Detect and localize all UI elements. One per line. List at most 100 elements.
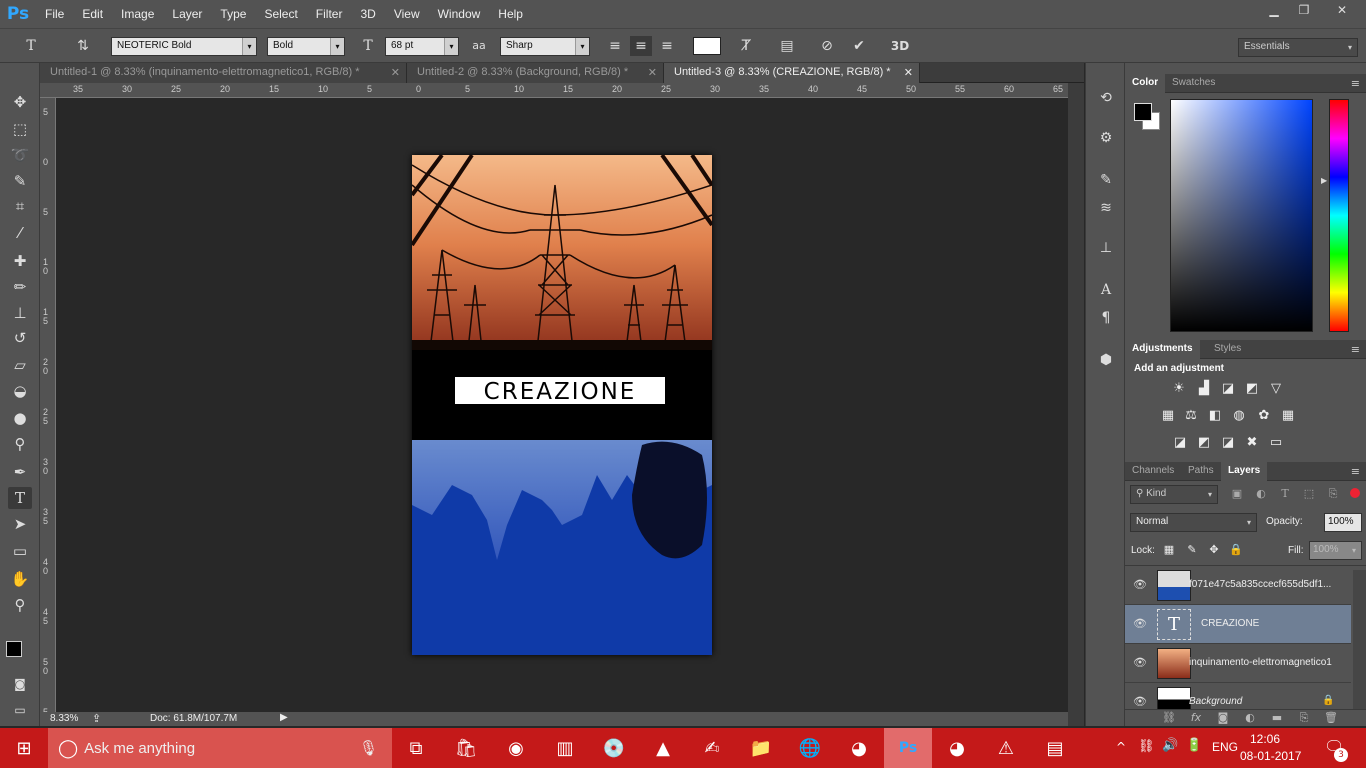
font-size-select[interactable]: 68 pt ▾ <box>385 37 459 56</box>
hue-saturation-icon[interactable]: ▦ <box>1160 408 1176 424</box>
font-family-select[interactable]: NEOTERIC Bold ▾ <box>111 37 257 56</box>
paragraph-icon[interactable]: ¶ <box>1095 307 1117 329</box>
fx-icon[interactable]: fx <box>1188 710 1204 726</box>
tab-channels[interactable]: Channels <box>1125 462 1181 481</box>
tab-color[interactable]: Color <box>1125 74 1166 93</box>
menu-help[interactable]: Help <box>489 7 532 21</box>
app-icon-5[interactable]: ⚠ <box>982 728 1030 768</box>
paint-bucket-tool-icon[interactable]: ◒ <box>8 380 32 402</box>
selective-color-icon[interactable]: ✖ <box>1244 435 1260 451</box>
color-field[interactable] <box>1170 99 1313 332</box>
invert-icon[interactable]: ◪ <box>1172 435 1188 451</box>
eye-icon[interactable]: 👁 <box>1133 695 1147 709</box>
pen-tool-icon[interactable]: ✒ <box>8 461 32 483</box>
store-icon[interactable]: 🛍 <box>442 728 490 768</box>
gradient-map-icon[interactable]: ▭ <box>1268 435 1284 451</box>
app-icon-6[interactable]: ▤ <box>1031 728 1079 768</box>
brush-presets-icon[interactable]: ✎ <box>1095 169 1117 191</box>
zoom-tool-icon[interactable]: ⚲ <box>8 594 32 616</box>
hue-slider-handle-icon[interactable]: ▶ <box>1321 176 1327 185</box>
quick-selection-tool-icon[interactable]: ✎ <box>8 170 32 192</box>
cortana-search-box[interactable]: ◯ Ask me anything 🎙 <box>48 728 392 768</box>
new-layer-icon[interactable]: ⎘ <box>1296 710 1312 726</box>
menu-layer[interactable]: Layer <box>163 7 211 21</box>
windows-start-icon[interactable]: ⊞ <box>0 728 48 768</box>
dvd-icon[interactable]: 💿 <box>590 728 638 768</box>
menu-window[interactable]: Window <box>429 7 490 21</box>
vertical-scrollbar[interactable] <box>1068 83 1084 726</box>
tab-styles[interactable]: Styles <box>1207 340 1248 359</box>
new-group-icon[interactable]: ▬ <box>1269 710 1285 726</box>
close-icon[interactable]: ✕ <box>391 66 400 79</box>
move-tool-icon[interactable]: ✥ <box>8 91 32 113</box>
lock-image-icon[interactable]: ✎ <box>1184 542 1200 558</box>
restore-button[interactable]: ❐ <box>1289 0 1319 20</box>
color-lookup-icon[interactable]: ▦ <box>1280 408 1296 424</box>
document-canvas[interactable]: CREAZIONE <box>412 155 712 655</box>
chrome-icon-2[interactable]: ◕ <box>933 728 981 768</box>
menu-filter[interactable]: Filter <box>307 7 352 21</box>
vlc-icon[interactable]: ▲ <box>639 728 687 768</box>
warp-text-icon[interactable]: Ⱦ <box>735 36 757 56</box>
vibrance-icon[interactable]: ▽ <box>1268 381 1284 397</box>
menu-view[interactable]: View <box>385 7 429 21</box>
filter-shape-icon[interactable]: ⬚ <box>1301 486 1317 502</box>
black-white-icon[interactable]: ◧ <box>1207 408 1223 424</box>
posterize-icon[interactable]: ◩ <box>1196 435 1212 451</box>
rectangle-tool-icon[interactable]: ▭ <box>8 540 32 562</box>
eye-icon[interactable]: 👁 <box>1133 578 1147 592</box>
align-center-icon[interactable]: ≡ <box>630 36 652 56</box>
eyedropper-tool-icon[interactable]: ⁄ <box>8 222 32 244</box>
clock-date[interactable]: 08-01-2017 <box>1240 749 1301 763</box>
blur-tool-icon[interactable]: ● <box>8 407 32 429</box>
task-view-icon[interactable]: ⧉ <box>392 728 440 768</box>
chrome-icon[interactable]: ◕ <box>835 728 883 768</box>
levels-icon[interactable]: ▟ <box>1196 381 1212 397</box>
minimize-button[interactable]: ▁ <box>1259 0 1289 20</box>
tab-untitled-1[interactable]: Untitled-1 @ 8.33% (inquinamento-elettro… <box>40 63 407 83</box>
menu-file[interactable]: File <box>36 7 73 21</box>
menu-image[interactable]: Image <box>112 7 163 21</box>
align-right-icon[interactable]: ≡ <box>656 36 678 56</box>
clone-stamp-tool-icon[interactable]: ⊥ <box>8 302 32 324</box>
app-icon-2[interactable]: ▥ <box>541 728 589 768</box>
close-icon[interactable]: ✕ <box>904 66 913 79</box>
eye-icon[interactable]: 👁 <box>1133 617 1147 631</box>
panel-menu-icon[interactable]: ≡ <box>1351 343 1360 356</box>
filter-adjustment-icon[interactable]: ◐ <box>1253 486 1269 502</box>
kind-filter-select[interactable]: ⚲ Kind ▾ <box>1130 485 1218 504</box>
quick-mask-icon[interactable]: ◙ <box>8 673 32 695</box>
layer-row[interactable]: 👁 Background 🔒 <box>1125 683 1351 709</box>
brush-tool-icon[interactable]: ✏ <box>8 276 32 298</box>
3d-icon[interactable]: 3D <box>889 36 911 56</box>
share-icon[interactable]: ⇪ <box>92 712 101 725</box>
layers-scrollbar[interactable] <box>1353 570 1366 709</box>
workspace-select[interactable]: Essentials ▾ <box>1238 38 1358 57</box>
menu-3d[interactable]: 3D <box>351 7 384 21</box>
channel-mixer-icon[interactable]: ✿ <box>1256 408 1272 424</box>
panel-menu-icon[interactable]: ≡ <box>1351 465 1360 478</box>
tab-adjustments[interactable]: Adjustments <box>1125 340 1200 359</box>
toggle-text-orientation-icon[interactable]: ⇅ <box>72 36 94 56</box>
brush-panel-icon[interactable]: ≋ <box>1095 197 1117 219</box>
layer-row[interactable]: 👁 f071e47c5a835ccecf655d5df1... <box>1125 566 1351 605</box>
fill-input[interactable]: 100% ▾ <box>1309 541 1362 560</box>
color-fg-swatch[interactable] <box>1134 103 1152 121</box>
language-indicator[interactable]: ENG <box>1212 740 1238 754</box>
exposure-icon[interactable]: ◩ <box>1244 381 1260 397</box>
brightness-icon[interactable]: ☀ <box>1171 381 1187 397</box>
link-layers-icon[interactable]: ⛓ <box>1161 710 1177 726</box>
type-tool-icon[interactable]: T <box>8 487 32 509</box>
layer-row[interactable]: 👁 T CREAZIONE <box>1125 605 1351 644</box>
menu-select[interactable]: Select <box>255 7 306 21</box>
antialias-select[interactable]: Sharp ▾ <box>500 37 590 56</box>
text-color-swatch[interactable] <box>693 37 721 55</box>
tab-layers[interactable]: Layers <box>1221 462 1268 481</box>
battery-icon[interactable]: 🔋 <box>1186 738 1202 753</box>
character-icon[interactable]: A <box>1095 279 1117 301</box>
menu-edit[interactable]: Edit <box>73 7 112 21</box>
tab-untitled-2[interactable]: Untitled-2 @ 8.33% (Background, RGB/8) *… <box>407 63 664 83</box>
curves-icon[interactable]: ◪ <box>1220 381 1236 397</box>
clone-source-icon[interactable]: ⊥ <box>1095 237 1117 259</box>
commit-check-icon[interactable]: ✔ <box>848 36 870 56</box>
